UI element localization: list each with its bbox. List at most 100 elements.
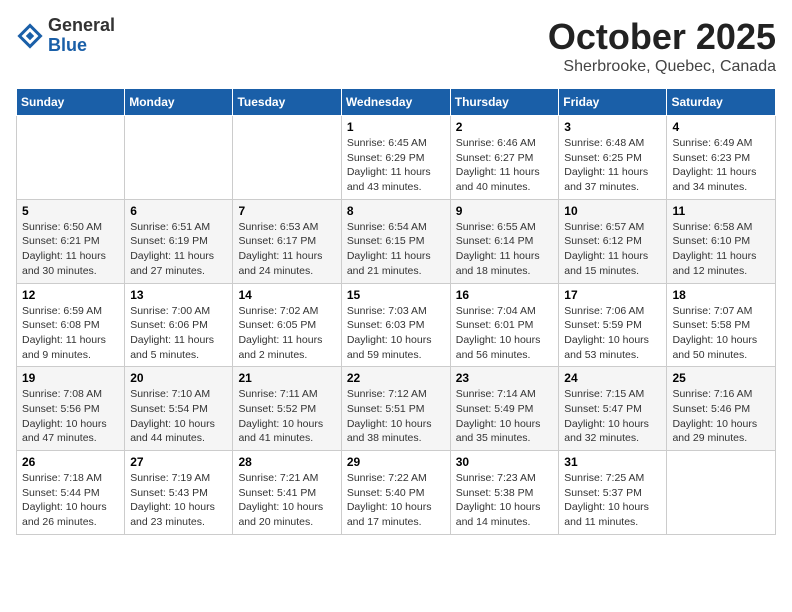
calendar-header-row: Sunday Monday Tuesday Wednesday Thursday… bbox=[17, 89, 776, 116]
day-number: 15 bbox=[347, 288, 445, 302]
day-number: 12 bbox=[22, 288, 119, 302]
table-row: 22 Sunrise: 7:12 AM Sunset: 5:51 PM Dayli… bbox=[341, 367, 450, 451]
day-number: 17 bbox=[564, 288, 661, 302]
title-block: October 2025 Sherbrooke, Quebec, Canada bbox=[548, 16, 776, 76]
month-title: October 2025 bbox=[548, 16, 776, 58]
table-row: 14 Sunrise: 7:02 AM Sunset: 6:05 PM Dayli… bbox=[233, 283, 341, 367]
table-row: 25 Sunrise: 7:16 AM Sunset: 5:46 PM Dayli… bbox=[667, 367, 776, 451]
table-row: 2 Sunrise: 6:46 AM Sunset: 6:27 PM Daylig… bbox=[450, 116, 559, 200]
day-info: Sunrise: 7:25 AM Sunset: 5:37 PM Dayligh… bbox=[564, 471, 661, 530]
day-number: 26 bbox=[22, 455, 119, 469]
day-info: Sunrise: 7:19 AM Sunset: 5:43 PM Dayligh… bbox=[130, 471, 227, 530]
table-row: 15 Sunrise: 7:03 AM Sunset: 6:03 PM Dayli… bbox=[341, 283, 450, 367]
col-wednesday: Wednesday bbox=[341, 89, 450, 116]
table-row bbox=[125, 116, 233, 200]
day-info: Sunrise: 6:58 AM Sunset: 6:10 PM Dayligh… bbox=[672, 220, 770, 279]
table-row: 24 Sunrise: 7:15 AM Sunset: 5:47 PM Dayli… bbox=[559, 367, 667, 451]
table-row: 4 Sunrise: 6:49 AM Sunset: 6:23 PM Daylig… bbox=[667, 116, 776, 200]
day-info: Sunrise: 7:15 AM Sunset: 5:47 PM Dayligh… bbox=[564, 387, 661, 446]
logo-icon bbox=[16, 22, 44, 50]
calendar-week-row: 5 Sunrise: 6:50 AM Sunset: 6:21 PM Daylig… bbox=[17, 199, 776, 283]
table-row bbox=[233, 116, 341, 200]
table-row: 6Sunrise: 6:51 AM Sunset: 6:19 PM Daylig… bbox=[125, 199, 233, 283]
day-number: 25 bbox=[672, 371, 770, 385]
col-saturday: Saturday bbox=[667, 89, 776, 116]
day-number: 20 bbox=[130, 371, 227, 385]
day-info: Sunrise: 7:03 AM Sunset: 6:03 PM Dayligh… bbox=[347, 304, 445, 363]
calendar-week-row: 12Sunrise: 6:59 AM Sunset: 6:08 PM Dayli… bbox=[17, 283, 776, 367]
table-row: 28 Sunrise: 7:21 AM Sunset: 5:41 PM Dayli… bbox=[233, 451, 341, 535]
day-number: 31 bbox=[564, 455, 661, 469]
day-info: Sunrise: 7:10 AM Sunset: 5:54 PM Dayligh… bbox=[130, 387, 227, 446]
table-row: 21 Sunrise: 7:11 AM Sunset: 5:52 PM Dayli… bbox=[233, 367, 341, 451]
col-monday: Monday bbox=[125, 89, 233, 116]
day-number: 10 bbox=[564, 204, 661, 218]
day-number: 4 bbox=[672, 120, 770, 134]
day-info: Sunrise: 7:11 AM Sunset: 5:52 PM Dayligh… bbox=[238, 387, 335, 446]
day-info: Sunrise: 7:00 AM Sunset: 6:06 PM Dayligh… bbox=[130, 304, 227, 363]
day-number: 28 bbox=[238, 455, 335, 469]
table-row: 10Sunrise: 6:57 AM Sunset: 6:12 PM Dayli… bbox=[559, 199, 667, 283]
day-info: Sunrise: 7:23 AM Sunset: 5:38 PM Dayligh… bbox=[456, 471, 554, 530]
day-info: Sunrise: 7:21 AM Sunset: 5:41 PM Dayligh… bbox=[238, 471, 335, 530]
calendar-week-row: 19Sunrise: 7:08 AM Sunset: 5:56 PM Dayli… bbox=[17, 367, 776, 451]
day-info: Sunrise: 6:50 AM Sunset: 6:21 PM Dayligh… bbox=[22, 220, 119, 279]
calendar-week-row: 1Sunrise: 6:45 AM Sunset: 6:29 PM Daylig… bbox=[17, 116, 776, 200]
day-info: Sunrise: 7:06 AM Sunset: 5:59 PM Dayligh… bbox=[564, 304, 661, 363]
table-row: 7 Sunrise: 6:53 AM Sunset: 6:17 PM Daylig… bbox=[233, 199, 341, 283]
table-row: 11 Sunrise: 6:58 AM Sunset: 6:10 PM Dayli… bbox=[667, 199, 776, 283]
col-tuesday: Tuesday bbox=[233, 89, 341, 116]
table-row: 8Sunrise: 6:54 AM Sunset: 6:15 PM Daylig… bbox=[341, 199, 450, 283]
location-subtitle: Sherbrooke, Quebec, Canada bbox=[548, 58, 776, 76]
day-number: 27 bbox=[130, 455, 227, 469]
day-number: 2 bbox=[456, 120, 554, 134]
day-number: 21 bbox=[238, 371, 335, 385]
day-info: Sunrise: 6:55 AM Sunset: 6:14 PM Dayligh… bbox=[456, 220, 554, 279]
day-info: Sunrise: 7:16 AM Sunset: 5:46 PM Dayligh… bbox=[672, 387, 770, 446]
day-number: 5 bbox=[22, 204, 119, 218]
day-number: 9 bbox=[456, 204, 554, 218]
day-info: Sunrise: 6:46 AM Sunset: 6:27 PM Dayligh… bbox=[456, 136, 554, 195]
day-number: 22 bbox=[347, 371, 445, 385]
day-number: 7 bbox=[238, 204, 335, 218]
table-row bbox=[667, 451, 776, 535]
day-number: 24 bbox=[564, 371, 661, 385]
day-number: 30 bbox=[456, 455, 554, 469]
day-number: 19 bbox=[22, 371, 119, 385]
col-friday: Friday bbox=[559, 89, 667, 116]
day-info: Sunrise: 7:02 AM Sunset: 6:05 PM Dayligh… bbox=[238, 304, 335, 363]
day-info: Sunrise: 7:04 AM Sunset: 6:01 PM Dayligh… bbox=[456, 304, 554, 363]
table-row: 5 Sunrise: 6:50 AM Sunset: 6:21 PM Daylig… bbox=[17, 199, 125, 283]
table-row: 23Sunrise: 7:14 AM Sunset: 5:49 PM Dayli… bbox=[450, 367, 559, 451]
day-info: Sunrise: 7:07 AM Sunset: 5:58 PM Dayligh… bbox=[672, 304, 770, 363]
day-number: 23 bbox=[456, 371, 554, 385]
day-number: 29 bbox=[347, 455, 445, 469]
col-sunday: Sunday bbox=[17, 89, 125, 116]
day-info: Sunrise: 7:18 AM Sunset: 5:44 PM Dayligh… bbox=[22, 471, 119, 530]
table-row: 1Sunrise: 6:45 AM Sunset: 6:29 PM Daylig… bbox=[341, 116, 450, 200]
day-number: 3 bbox=[564, 120, 661, 134]
day-number: 14 bbox=[238, 288, 335, 302]
table-row: 26 Sunrise: 7:18 AM Sunset: 5:44 PM Dayli… bbox=[17, 451, 125, 535]
calendar-table: Sunday Monday Tuesday Wednesday Thursday… bbox=[16, 88, 776, 535]
day-info: Sunrise: 7:12 AM Sunset: 5:51 PM Dayligh… bbox=[347, 387, 445, 446]
table-row: 31 Sunrise: 7:25 AM Sunset: 5:37 PM Dayli… bbox=[559, 451, 667, 535]
table-row: 27 Sunrise: 7:19 AM Sunset: 5:43 PM Dayli… bbox=[125, 451, 233, 535]
day-info: Sunrise: 6:48 AM Sunset: 6:25 PM Dayligh… bbox=[564, 136, 661, 195]
day-info: Sunrise: 6:53 AM Sunset: 6:17 PM Dayligh… bbox=[238, 220, 335, 279]
table-row: 12Sunrise: 6:59 AM Sunset: 6:08 PM Dayli… bbox=[17, 283, 125, 367]
table-row: 13 Sunrise: 7:00 AM Sunset: 6:06 PM Dayli… bbox=[125, 283, 233, 367]
day-number: 18 bbox=[672, 288, 770, 302]
table-row: 20 Sunrise: 7:10 AM Sunset: 5:54 PM Dayli… bbox=[125, 367, 233, 451]
day-info: Sunrise: 6:49 AM Sunset: 6:23 PM Dayligh… bbox=[672, 136, 770, 195]
table-row bbox=[17, 116, 125, 200]
day-number: 11 bbox=[672, 204, 770, 218]
day-number: 13 bbox=[130, 288, 227, 302]
table-row: 3 Sunrise: 6:48 AM Sunset: 6:25 PM Daylig… bbox=[559, 116, 667, 200]
page-header: General Blue October 2025 Sherbrooke, Qu… bbox=[16, 16, 776, 76]
day-number: 6 bbox=[130, 204, 227, 218]
logo-general-text: General bbox=[48, 16, 115, 36]
table-row: 18 Sunrise: 7:07 AM Sunset: 5:58 PM Dayli… bbox=[667, 283, 776, 367]
table-row: 19Sunrise: 7:08 AM Sunset: 5:56 PM Dayli… bbox=[17, 367, 125, 451]
table-row: 29Sunrise: 7:22 AM Sunset: 5:40 PM Dayli… bbox=[341, 451, 450, 535]
